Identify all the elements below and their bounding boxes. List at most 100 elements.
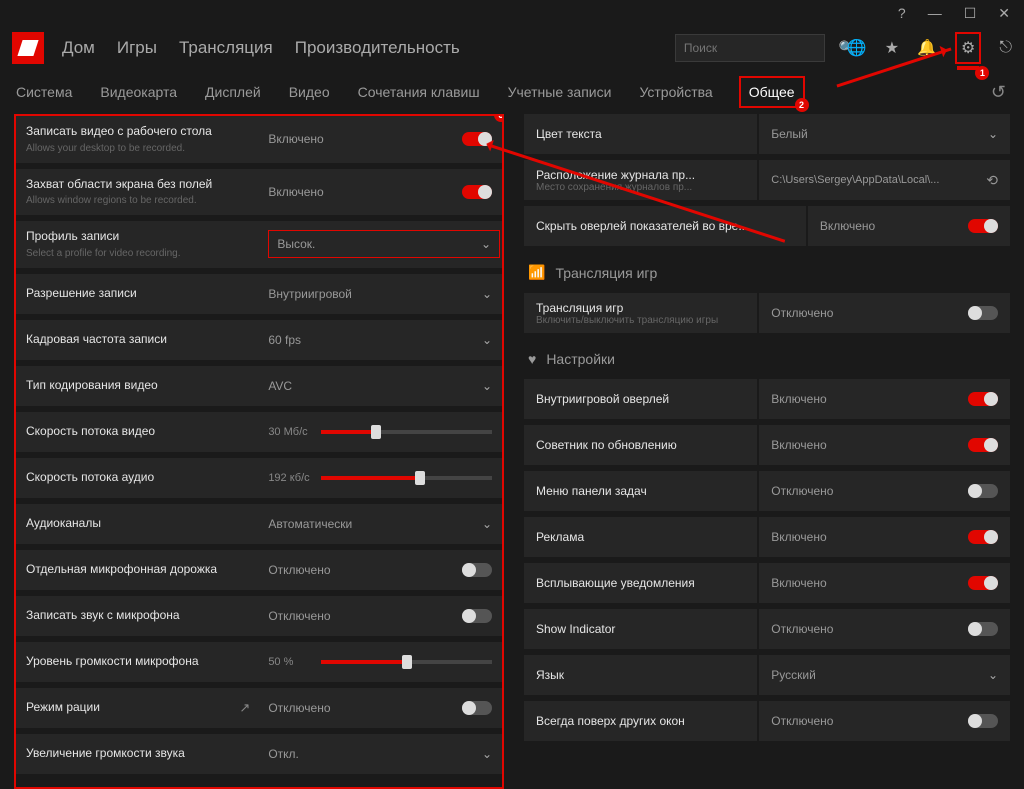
chevron-down-icon: ⌄	[482, 517, 492, 531]
row-push-to-talk: Режим рации ↗ Отключено	[16, 688, 502, 728]
search-input[interactable]	[684, 41, 839, 55]
label: Язык	[536, 668, 564, 682]
chevron-down-icon: ⌄	[482, 333, 492, 347]
select-resolution[interactable]: Внутриигровой⌄	[268, 287, 492, 301]
star-icon[interactable]: ★	[885, 38, 899, 58]
toggle-show-indicator[interactable]	[968, 622, 998, 636]
gear-icon: ⚙	[961, 40, 975, 57]
value: C:\Users\Sergey\AppData\Local\...	[771, 174, 986, 186]
row-record-desktop: Записать видео с рабочего столаAllows yo…	[16, 116, 502, 163]
tab-video[interactable]: Видео	[287, 76, 332, 108]
row-encoding: Тип кодирования видео AVC⌄	[16, 366, 502, 406]
row-always-on-top: Всегда поверх других окон Отключено	[524, 701, 1010, 741]
share-icon[interactable]: ↗	[239, 700, 250, 716]
slider-video-bitrate[interactable]: 30 Мб/с	[268, 426, 492, 438]
row-video-bitrate: Скорость потока видео 30 Мб/с	[16, 412, 502, 452]
toggle-toasts[interactable]	[968, 576, 998, 590]
label: Уровень громкости микрофона	[26, 654, 258, 670]
web-icon[interactable]: 🌐	[847, 38, 867, 58]
exit-icon[interactable]: ⎋	[999, 39, 1012, 57]
slider-audio-bitrate[interactable]: 192 кб/с	[268, 472, 492, 484]
label: Режим рации	[26, 700, 100, 716]
toggle-separate-mic-track[interactable]	[462, 563, 492, 577]
select-text-color[interactable]: Белый⌄	[759, 114, 1010, 154]
toggle-ads[interactable]	[968, 530, 998, 544]
toggle-hide-overlay[interactable]	[968, 219, 998, 233]
chevron-down-icon: ⌄	[481, 237, 491, 251]
general-panel: Цвет текста Белый⌄ Расположение журнала …	[524, 114, 1010, 789]
toggle-always-on-top[interactable]	[968, 714, 998, 728]
row-record-mic: Записать звук с микрофона Отключено	[16, 596, 502, 636]
chevron-down-icon: ⌄	[988, 668, 998, 682]
tab-display[interactable]: Дисплей	[203, 76, 263, 108]
label: Всегда поверх других окон	[536, 714, 685, 728]
toggle-upgrade-advisor[interactable]	[968, 438, 998, 452]
value: 30 Мб/с	[268, 426, 313, 438]
annotation-badge-2: 2	[795, 98, 809, 112]
close-icon[interactable]: ✕	[998, 5, 1010, 22]
value: Откл.	[268, 747, 299, 761]
amd-logo	[12, 32, 44, 64]
label: Записать видео с рабочего стола	[26, 124, 258, 140]
select-language[interactable]: Русский⌄	[759, 655, 1010, 695]
value: Высок.	[277, 237, 315, 251]
header: Дом Игры Трансляция Производительность 🔍…	[0, 26, 1024, 70]
toggle-push-to-talk[interactable]	[462, 701, 492, 715]
slider-mic-volume[interactable]: 50 %	[268, 656, 492, 668]
label: Всплывающие уведомления	[536, 576, 695, 590]
tab-hotkeys[interactable]: Сочетания клавиш	[356, 76, 482, 108]
tab-accounts[interactable]: Учетные записи	[506, 76, 614, 108]
row-text-color: Цвет текста Белый⌄	[524, 114, 1010, 154]
select-audio-channels[interactable]: Автоматически ⌄	[268, 517, 492, 531]
value: Включено	[771, 438, 968, 452]
value: Включено	[268, 185, 452, 199]
select-recording-profile[interactable]: Высок. ⌄	[268, 230, 500, 258]
tab-gpu[interactable]: Видеокарта	[98, 76, 179, 108]
nav-games[interactable]: Игры	[117, 38, 157, 58]
reset-icon[interactable]: ↺	[991, 82, 1006, 103]
label: Тип кодирования видео	[26, 378, 258, 394]
label: Аудиоканалы	[26, 516, 258, 532]
nav-performance[interactable]: Производительность	[295, 38, 460, 58]
tab-devices[interactable]: Устройства	[637, 76, 714, 108]
value: Включено	[771, 530, 968, 544]
value: 50 %	[268, 656, 313, 668]
value: Включено	[771, 576, 968, 590]
select-audio-boost[interactable]: Откл. ⌄	[268, 747, 492, 761]
row-hide-overlay: Скрыть оверлей показателей во вре... Вкл…	[524, 206, 1010, 246]
row-taskbar-menu: Меню панели задач Отключено	[524, 471, 1010, 511]
chevron-down-icon: ⌄	[988, 127, 998, 141]
row-capture-region: Захват области экрана без полейAllows wi…	[16, 169, 502, 216]
label: Цвет текста	[536, 127, 602, 141]
toggle-game-streaming[interactable]	[968, 306, 998, 320]
browse-icon[interactable]: ⟲	[986, 172, 998, 189]
value: Русский	[771, 668, 988, 682]
row-game-streaming: Трансляция игрВключить/выключить трансля…	[524, 293, 1010, 333]
desc: Allows window regions to be recorded.	[26, 194, 258, 207]
tab-system[interactable]: Система	[14, 76, 74, 108]
toggle-capture-region[interactable]	[462, 185, 492, 199]
help-icon[interactable]: ?	[898, 5, 906, 21]
toggle-taskbar-menu[interactable]	[968, 484, 998, 498]
tab-general-label: Общее	[749, 84, 795, 100]
toggle-record-mic[interactable]	[462, 609, 492, 623]
settings-button[interactable]: ⚙ 1	[955, 32, 981, 64]
content: 3 Записать видео с рабочего столаAllows …	[0, 114, 1024, 789]
value: Отключено	[268, 701, 452, 715]
maximize-icon[interactable]: ☐	[964, 5, 977, 22]
label: Скорость потока видео	[26, 424, 258, 440]
select-encoding[interactable]: AVC⌄	[268, 379, 492, 393]
select-fps[interactable]: 60 fps⌄	[268, 333, 492, 347]
section-game-streaming: 📶Трансляция игр	[524, 252, 1010, 287]
field-log-path[interactable]: C:\Users\Sergey\AppData\Local\...⟲	[759, 160, 1010, 200]
toggle-ingame-overlay[interactable]	[968, 392, 998, 406]
search-box[interactable]: 🔍	[675, 34, 825, 62]
nav-home[interactable]: Дом	[62, 38, 95, 58]
minimize-icon[interactable]: —	[928, 5, 942, 21]
nav-stream[interactable]: Трансляция	[179, 38, 273, 58]
tab-general[interactable]: Общее 2	[739, 76, 805, 108]
value: Отключено	[771, 484, 968, 498]
value: Автоматически	[268, 517, 352, 531]
chevron-down-icon: ⌄	[482, 747, 492, 761]
label: Увеличение громкости звука	[26, 746, 258, 762]
